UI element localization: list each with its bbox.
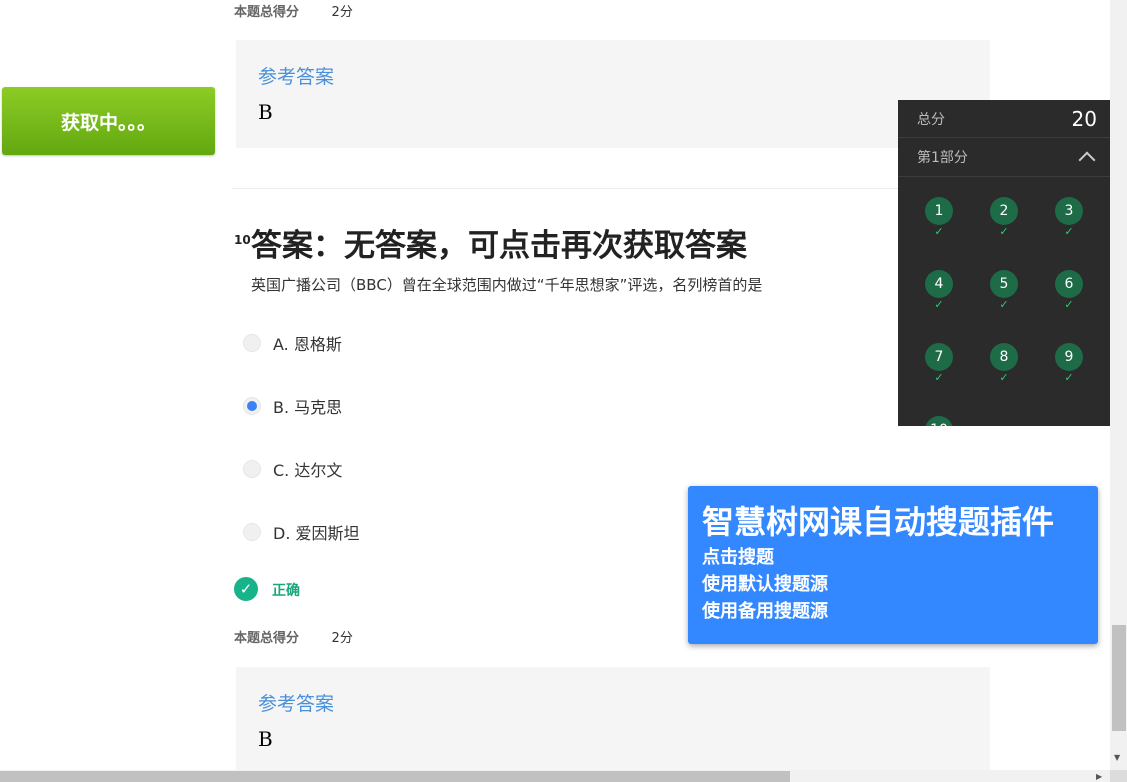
option-b-radio[interactable] [243,397,261,415]
check-icon: ✓ [934,298,944,311]
score-value: 2分 [331,631,353,646]
question-nav-2[interactable]: 2 ✓ [990,197,1018,239]
question-nav-3[interactable]: 3 ✓ [1055,197,1083,239]
chevron-up-icon[interactable] [1078,151,1096,169]
fetch-answer-button[interactable]: 获取中。。。 [2,87,215,155]
check-icon: ✓ [999,298,1009,311]
score-label: 本题总得分 [234,631,300,646]
part-header[interactable]: 第1部分 [898,138,1110,177]
prev-score-label: 本题总得分 [234,5,300,20]
check-icon: ✓ [999,225,1009,238]
question-nav-5[interactable]: 5 ✓ [990,270,1018,312]
scroll-down-arrow-icon[interactable]: ▼ [1114,753,1120,762]
scroll-right-arrow-icon[interactable]: ▶ [1096,772,1102,781]
prev-score-value: 2分 [331,5,353,20]
question-text: 英国广播公司（BBC）曾在全球范围内做过“千年思想家”评选，名列榜首的是 [251,276,763,294]
question-nav-10[interactable]: 10 [925,416,953,426]
answer-headline[interactable]: 答案：无答案，可点击再次获取答案 [251,220,747,265]
default-source-link[interactable]: 使用默认搜题源 [702,571,1084,598]
question-number-circle: 9 [1055,343,1083,371]
prev-score-line: 本题总得分 2分 [234,1,353,20]
check-icon: ✓ [934,225,944,238]
option-b[interactable]: B. 马克思 [243,394,342,418]
prev-ref-answer: B [258,100,273,124]
correct-check-icon: ✓ [234,577,258,601]
question-divider [232,188,900,189]
panel-total-row: 总分 20 [898,100,1110,138]
scrollbar-corner [1110,770,1127,782]
ref-title: 参考答案 [258,693,335,715]
check-icon: ✓ [1064,371,1074,384]
prev-ref-title: 参考答案 [258,66,335,88]
question-nav-4[interactable]: 4 ✓ [925,270,953,312]
prev-reference-answer-box: 参考答案 B [236,40,990,148]
option-c-label: C. 达尔文 [273,461,343,480]
ref-answer: B [258,727,273,751]
option-a[interactable]: A. 恩格斯 [243,331,342,355]
option-a-label: A. 恩格斯 [273,335,342,354]
score-line: 本题总得分 2分 [234,627,353,646]
option-d-label: D. 爱因斯坦 [273,524,360,543]
total-label: 总分 [917,111,945,128]
question-number-circle: 5 [990,270,1018,298]
option-c[interactable]: C. 达尔文 [243,457,342,481]
check-icon: ✓ [999,371,1009,384]
part-label: 第1部分 [917,150,968,166]
question-number-circle: 2 [990,197,1018,225]
question-number: 10 [234,233,251,247]
reference-answer-box: 参考答案 B [236,667,990,770]
question-nav-9[interactable]: 9 ✓ [1055,343,1083,385]
plugin-title: 智慧树网课自动搜题插件 [702,503,1055,541]
option-c-radio[interactable] [243,460,261,478]
question-nav-6[interactable]: 6 ✓ [1055,270,1083,312]
question-number-circle: 3 [1055,197,1083,225]
question-nav-8[interactable]: 8 ✓ [990,343,1018,385]
vertical-scroll-thumb[interactable] [1112,625,1126,731]
horizontal-scroll-thumb[interactable] [0,771,790,782]
score-panel: 总分 20 第1部分 1✓ 2✓ 3✓ 4✓ 5✓ 6✓ 7✓ 8✓ 9✓ 10 [898,100,1110,426]
total-value: 20 [1071,106,1097,131]
question-number-circle: 4 [925,270,953,298]
question-nav-7[interactable]: 7 ✓ [925,343,953,385]
search-plugin-panel: 智慧树网课自动搜题插件 点击搜题 使用默认搜题源 使用备用搜题源 [688,486,1098,644]
check-icon: ✓ [934,371,944,384]
option-d-radio[interactable] [243,523,261,541]
click-search-link[interactable]: 点击搜题 [702,544,1084,571]
question-number-circle: 8 [990,343,1018,371]
option-a-radio[interactable] [243,334,261,352]
option-d[interactable]: D. 爱因斯坦 [243,520,360,544]
question-number-circle: 1 [925,197,953,225]
result-label: 正确 [272,583,300,599]
check-icon: ✓ [1064,298,1074,311]
backup-source-link[interactable]: 使用备用搜题源 [702,598,1084,625]
question-number-circle: 7 [925,343,953,371]
question-number-circle: 10 [925,416,953,426]
option-b-label: B. 马克思 [273,398,343,417]
question-nav-1[interactable]: 1 ✓ [925,197,953,239]
question-number-circle: 6 [1055,270,1083,298]
check-icon: ✓ [1064,225,1074,238]
